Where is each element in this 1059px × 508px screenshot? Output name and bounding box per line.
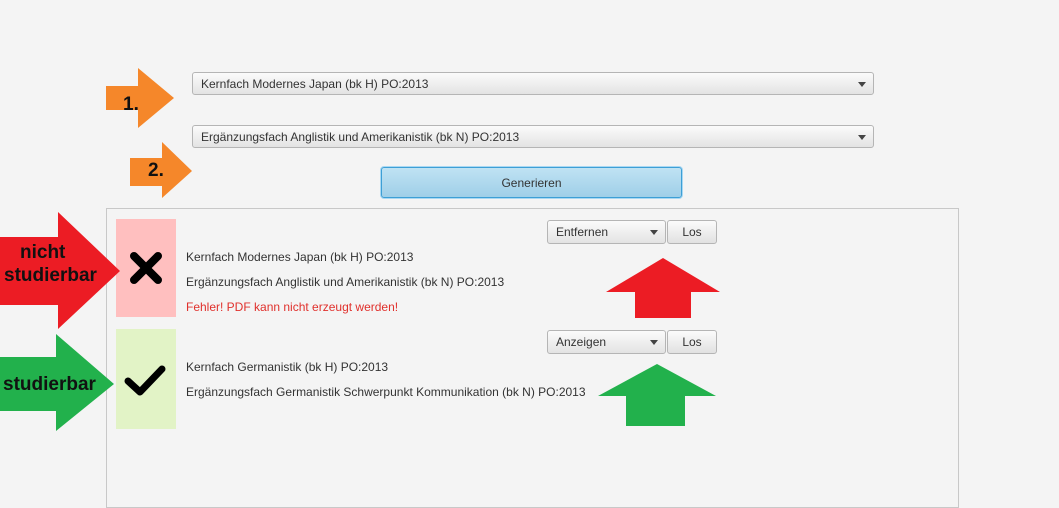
chevron-down-icon: [858, 82, 866, 87]
first-subject-value: Kernfach Modernes Japan (bk H) PO:2013: [201, 76, 429, 91]
status-tile-valid: [116, 329, 176, 429]
result1-error: Fehler! PDF kann nicht erzeugt werden!: [186, 300, 399, 314]
step2-label: 2.: [148, 160, 164, 181]
result1-action-value: Entfernen: [556, 225, 609, 239]
status-tile-invalid: [116, 219, 176, 317]
first-subject-select[interactable]: Kernfach Modernes Japan (bk H) PO:2013: [192, 72, 874, 95]
studyable-label: studierbar: [3, 374, 96, 395]
green-up-arrow: [598, 364, 716, 426]
step1-arrow: [106, 68, 174, 128]
result2-line2: Ergänzungsfach Germanistik Schwerpunkt K…: [186, 385, 586, 399]
result1-line2: Ergänzungsfach Anglistik und Amerikanist…: [186, 275, 505, 289]
check-icon: [124, 365, 166, 396]
result1-line1: Kernfach Modernes Japan (bk H) PO:2013: [186, 250, 414, 264]
chevron-down-icon: [650, 340, 658, 345]
result2-go-button[interactable]: Los: [667, 330, 717, 354]
red-up-arrow: [606, 258, 720, 318]
chevron-down-icon: [650, 230, 658, 235]
second-subject-value: Ergänzungsfach Anglistik und Amerikanist…: [201, 129, 520, 144]
not-studyable-label-line1: nicht: [20, 242, 66, 263]
step1-label: 1.: [123, 94, 139, 115]
cross-icon: [130, 252, 162, 284]
result2-line1: Kernfach Germanistik (bk H) PO:2013: [186, 360, 389, 374]
result1-action-select[interactable]: Entfernen: [547, 220, 666, 244]
not-studyable-label-line2: studierbar: [4, 265, 97, 286]
second-subject-select[interactable]: Ergänzungsfach Anglistik und Amerikanist…: [192, 125, 874, 148]
result2-action-select[interactable]: Anzeigen: [547, 330, 666, 354]
generate-button[interactable]: Generieren: [381, 167, 682, 198]
result1-go-button[interactable]: Los: [667, 220, 717, 244]
result2-action-value: Anzeigen: [556, 335, 607, 349]
chevron-down-icon: [858, 135, 866, 140]
